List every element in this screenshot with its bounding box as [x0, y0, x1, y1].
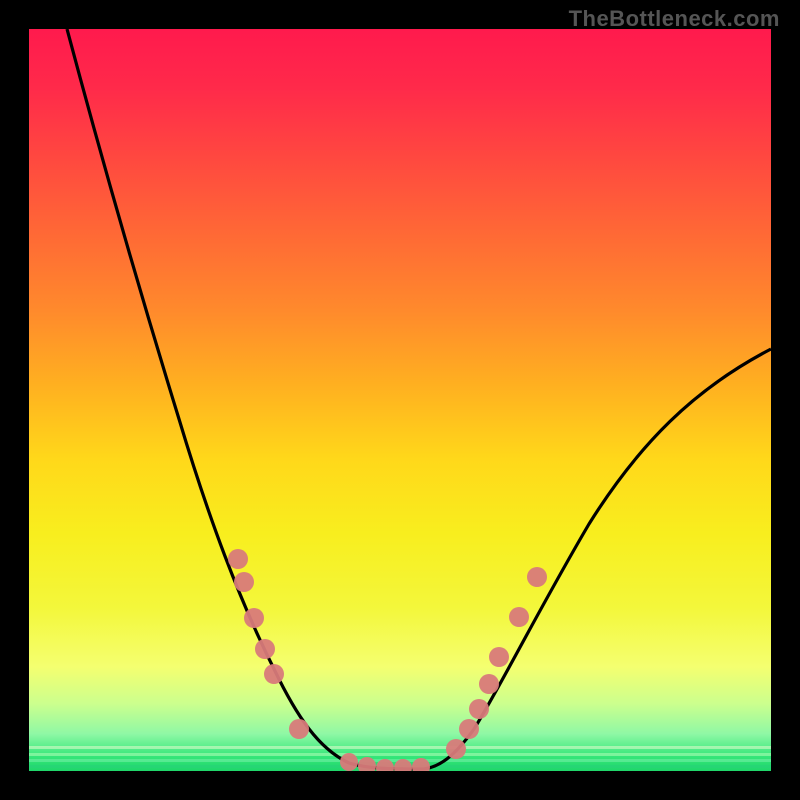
- chart-frame: TheBottleneck.com: [0, 0, 800, 800]
- band-accent: [29, 765, 771, 768]
- band-accent: [29, 746, 771, 749]
- band-accent: [29, 753, 771, 756]
- bottleneck-curve: [29, 29, 771, 771]
- highlight-dots: [228, 549, 547, 771]
- band-accent: [29, 759, 771, 762]
- plot-area: [29, 29, 771, 771]
- curve-path: [67, 29, 771, 769]
